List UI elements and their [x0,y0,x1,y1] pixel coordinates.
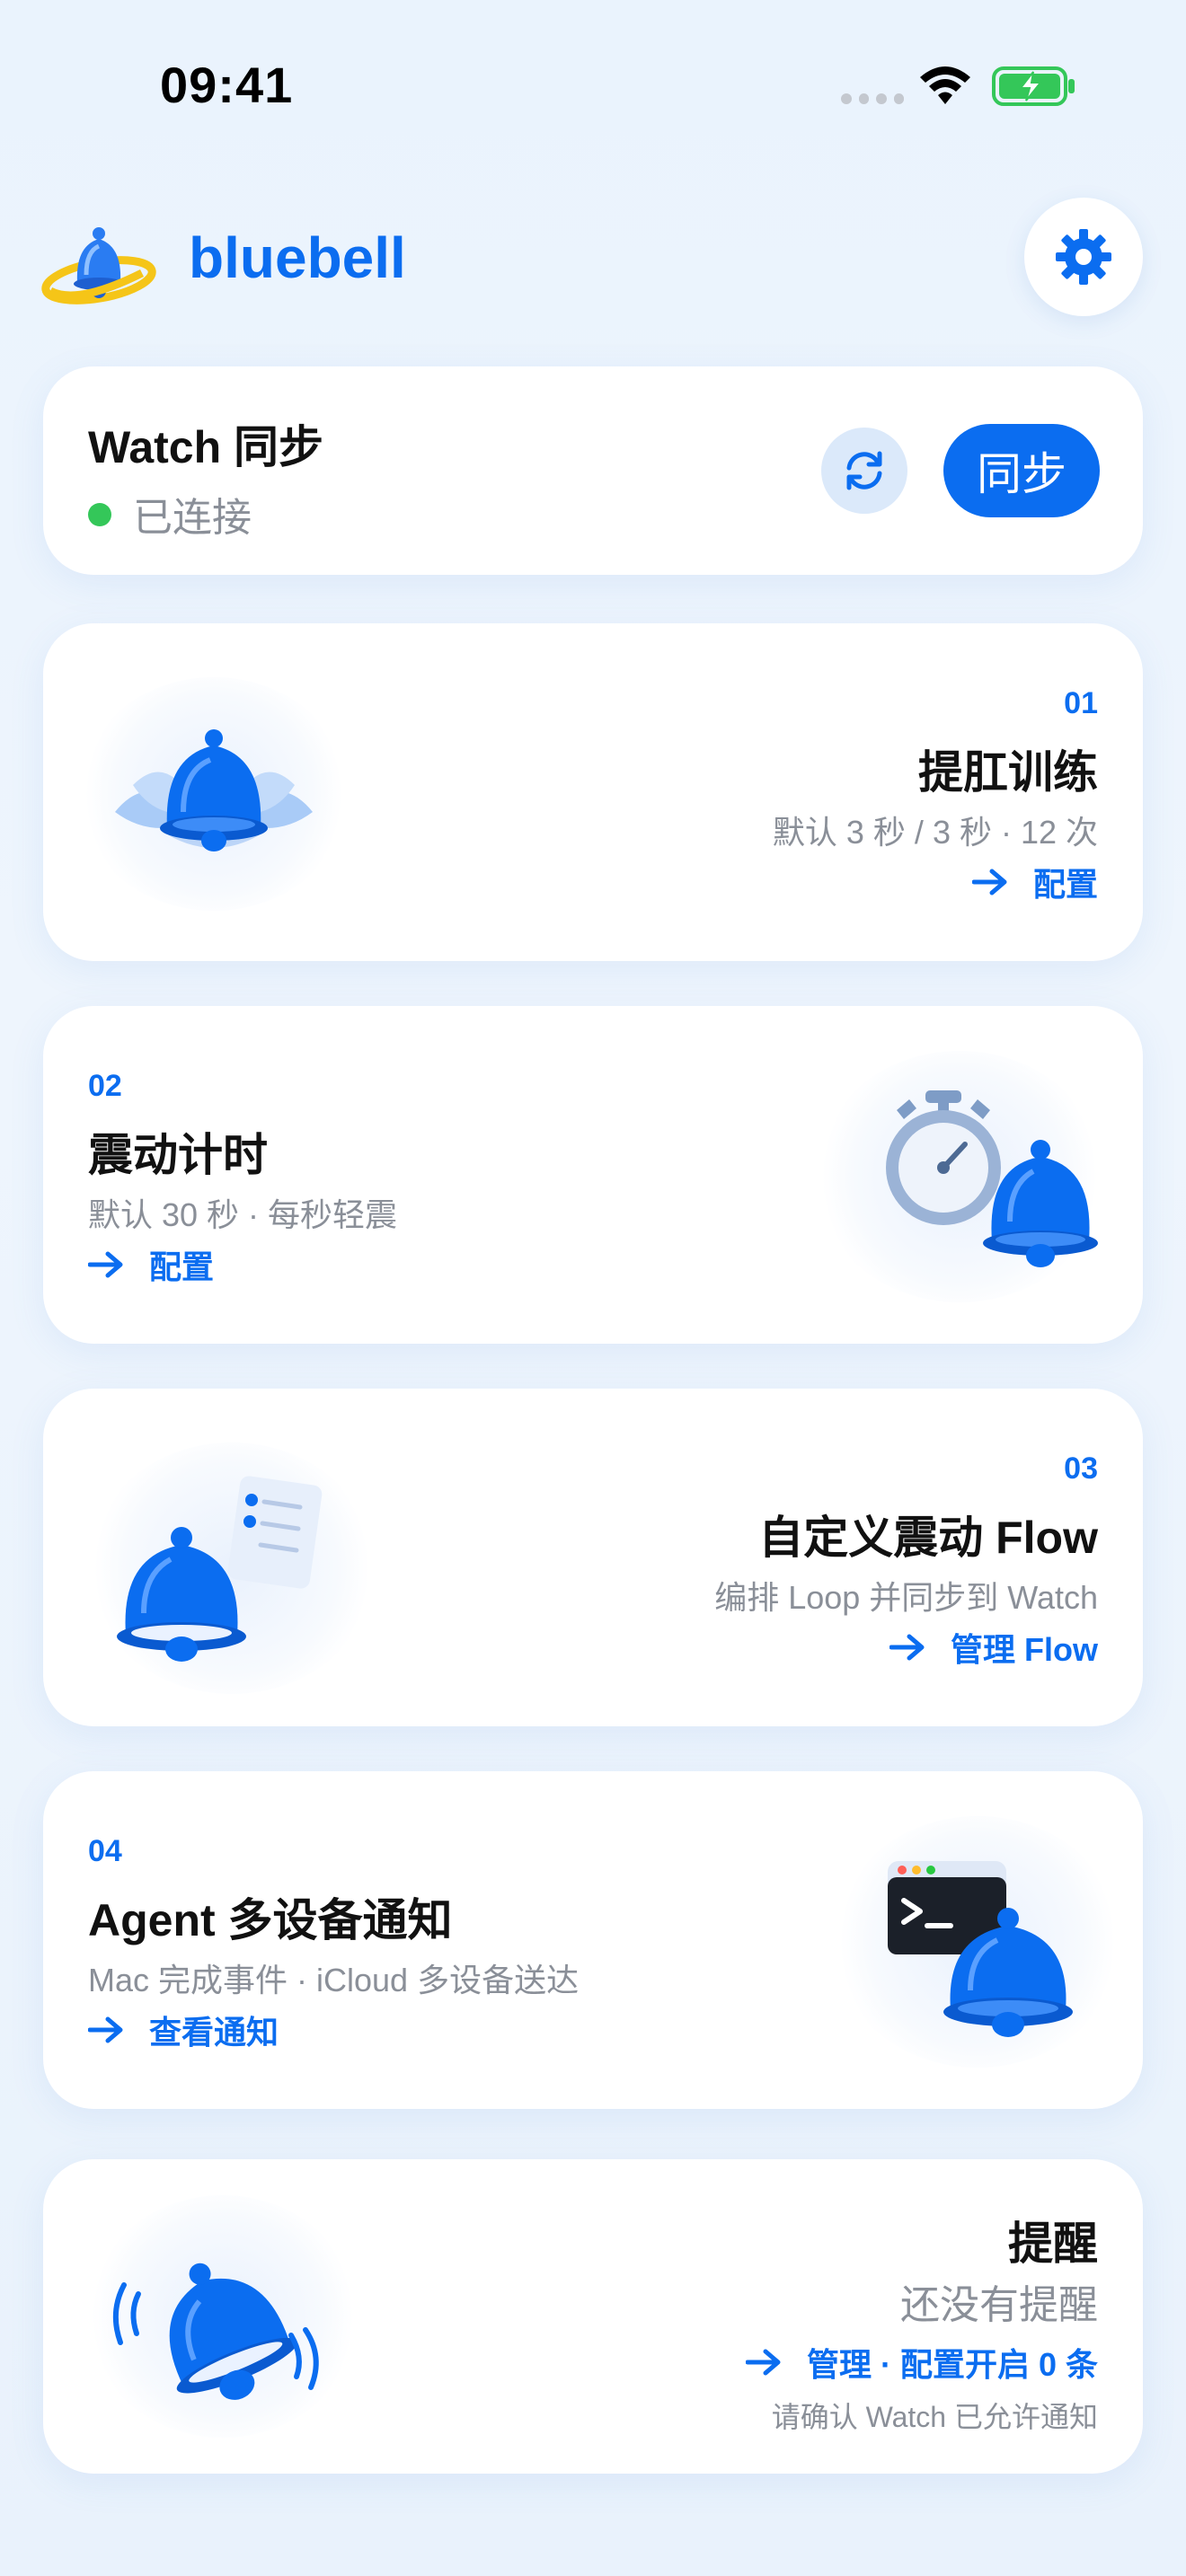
view-notifications-link-label: 查看通知 [149,2014,279,2051]
feature-card-agent-notifications[interactable]: 04 Agent 多设备通知 Mac 完成事件 · iCloud 多设备送达 查… [43,1771,1143,2109]
arrow-right-icon [890,1634,925,1661]
watch-sync-card: Watch 同步 已连接 同步 [43,366,1143,575]
feature-title: 自定义震动 Flow [758,1513,1098,1563]
ringing-bell-icon [112,2263,319,2400]
feature-subtitle: Mac 完成事件 · iCloud 多设备送达 [88,1962,580,1998]
feature-number: 01 [1064,686,1098,720]
reminders-note: 请确认 Watch 已允许通知 [771,2401,1098,2433]
manage-reminders-link-label: 管理 · 配置开启 0 条 [806,2346,1098,2383]
terminal-bell-icon [888,1861,1073,2037]
flow-checklist-bell-icon [117,1476,323,1662]
feature-card-kegel-training[interactable]: 01 提肛训练 默认 3 秒 / 3 秒 · 12 次 配置 [43,623,1143,961]
arrow-right-icon [971,869,1007,895]
feature-title: Agent 多设备通知 [88,1895,453,1945]
configure-link[interactable]: 配置 [88,1241,214,1288]
refresh-button[interactable] [821,428,907,514]
reminders-card[interactable]: 提醒 还没有提醒 管理 · 配置开启 0 条 请确认 Watch 已允许通知 [43,2159,1143,2474]
lotus-bell-icon [115,729,313,851]
configure-link-label: 配置 [149,1248,215,1285]
feature-card-custom-flow[interactable]: 03 自定义震动 Flow 编排 Loop 并同步到 Watch 管理 Flow [43,1389,1143,1726]
reminders-title: 提醒 [1008,2219,1098,2269]
arrow-right-icon [88,1251,123,1278]
arrow-right-icon [88,2016,123,2043]
connection-status: 已连接 [133,496,252,540]
wifi-icon [920,66,970,104]
status-time: 09:41 [160,57,294,113]
bluebell-logo-icon [41,227,156,304]
configure-link-label: 配置 [1032,866,1098,903]
watch-sync-title: Watch 同步 [88,422,324,472]
feature-title: 震动计时 [88,1130,268,1180]
app-title: bluebell [189,225,406,290]
feature-subtitle: 编排 Loop 并同步到 Watch [714,1579,1098,1616]
configure-link[interactable]: 配置 [971,859,1098,905]
feature-card-vibration-timer[interactable]: 02 震动计时 默认 30 秒 · 每秒轻震 配置 [43,1006,1143,1344]
feature-number: 04 [88,1834,122,1868]
manage-flow-link[interactable]: 管理 Flow [890,1624,1098,1671]
manage-flow-link-label: 管理 Flow [951,1631,1098,1668]
settings-button[interactable] [1024,198,1143,316]
feature-subtitle: 默认 3 秒 / 3 秒 · 12 次 [772,814,1098,851]
feature-subtitle: 默认 30 秒 · 每秒轻震 [88,1196,398,1233]
gear-icon [1056,229,1111,285]
reminders-empty-text: 还没有提醒 [900,2283,1098,2327]
feature-title: 提肛训练 [918,747,1098,798]
feature-number: 02 [88,1069,122,1103]
app-header: bluebell [0,198,1186,332]
arrow-right-icon [745,2349,781,2376]
refresh-icon [846,451,882,490]
stopwatch-bell-icon [886,1090,1098,1267]
manage-reminders-link[interactable]: 管理 · 配置开启 0 条 [745,2339,1098,2386]
battery-icon [992,66,1075,106]
sync-button[interactable]: 同步 [943,424,1100,517]
cellular-signal-icon [841,93,904,106]
view-notifications-link[interactable]: 查看通知 [88,2007,279,2053]
status-bar: 09:41 [0,0,1186,171]
connected-status-dot [88,503,111,526]
feature-number: 03 [1064,1451,1098,1486]
